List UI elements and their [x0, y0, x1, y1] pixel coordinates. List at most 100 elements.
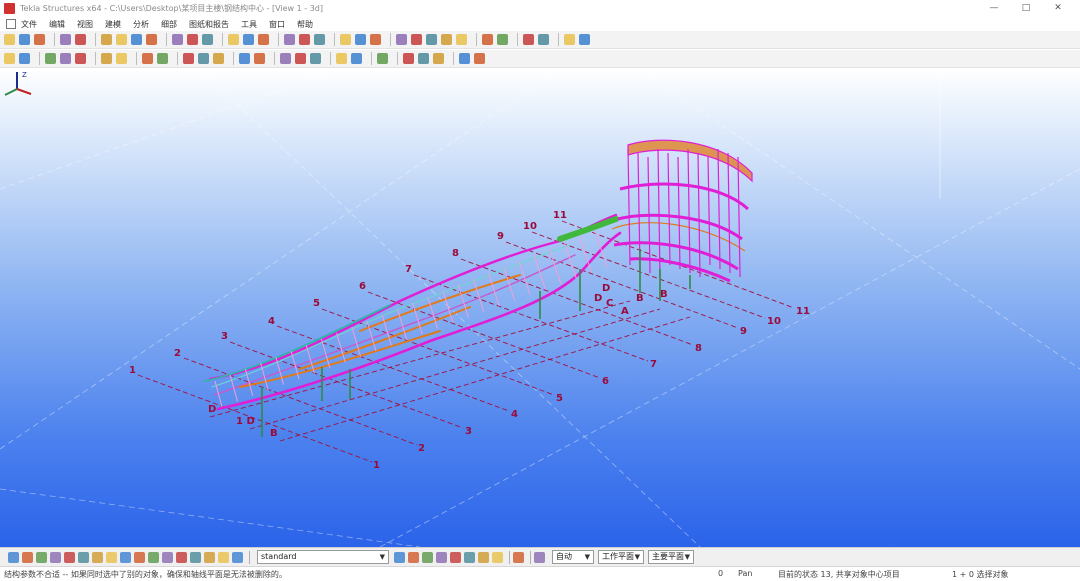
perp-snap-icon[interactable]: [218, 551, 229, 563]
node-icon[interactable]: [254, 53, 265, 64]
settings-icon[interactable]: [497, 34, 508, 45]
cube-icon[interactable]: [243, 34, 254, 45]
auto-select[interactable]: 自动 ▼: [552, 550, 594, 564]
new-icon[interactable]: [4, 34, 15, 45]
pad-icon[interactable]: [101, 53, 112, 64]
column-icon[interactable]: [4, 53, 15, 64]
snap-d-snap-icon[interactable]: [436, 551, 447, 563]
plate-icon[interactable]: [45, 53, 56, 64]
select-icon[interactable]: [202, 34, 213, 45]
grid-icon[interactable]: [258, 34, 269, 45]
minimize-button[interactable]: —: [978, 0, 1010, 17]
menu-view[interactable]: 视图: [77, 19, 93, 30]
snap-h-snap-icon[interactable]: [492, 551, 503, 563]
axis-orientation-widget[interactable]: Z: [0, 69, 34, 97]
line-snap-icon[interactable]: [64, 551, 75, 563]
curve-icon[interactable]: [433, 53, 444, 64]
bolt-icon[interactable]: [299, 34, 310, 45]
menu-help[interactable]: 帮助: [297, 19, 313, 30]
tekla-app-icon[interactable]: [4, 3, 15, 14]
snap-icon[interactable]: [101, 34, 112, 45]
system-menu-icon[interactable]: [6, 19, 16, 29]
redo-icon[interactable]: [75, 34, 86, 45]
beam-icon[interactable]: [19, 53, 30, 64]
menu-edit[interactable]: 编辑: [49, 19, 65, 30]
grid-icon[interactable]: [295, 53, 306, 64]
menu-detailing[interactable]: 细部: [161, 19, 177, 30]
tool-icon[interactable]: [482, 34, 493, 45]
maximize-button[interactable]: □: [1010, 0, 1042, 17]
rectangle-icon[interactable]: [172, 34, 183, 45]
close-button[interactable]: ✕: [1042, 0, 1074, 17]
model-icon[interactable]: [228, 34, 239, 45]
measure-icon[interactable]: [459, 53, 470, 64]
work-plane-select[interactable]: 工作平面 ▼: [598, 550, 644, 564]
axis-icon[interactable]: [280, 53, 291, 64]
pan-icon[interactable]: [146, 34, 157, 45]
line-icon[interactable]: [403, 53, 414, 64]
view-icon[interactable]: [116, 34, 127, 45]
snap-g-snap-icon[interactable]: [478, 551, 489, 563]
tangent-snap-icon[interactable]: [232, 551, 243, 563]
edge-snap-icon[interactable]: [120, 551, 131, 563]
snap-a-snap-icon[interactable]: [394, 551, 405, 563]
arc-icon[interactable]: [418, 53, 429, 64]
arc-snap-icon[interactable]: [78, 551, 89, 563]
print-icon[interactable]: [538, 34, 549, 45]
chamfer-icon[interactable]: [213, 53, 224, 64]
check-icon[interactable]: [340, 34, 351, 45]
ext-snap-icon[interactable]: [204, 551, 215, 563]
point-icon[interactable]: [411, 34, 422, 45]
model-viewport-3d[interactable]: 1 2 3 4 5 6 7 8 9 10 11 1 2 3 4 5 6 7 8 …: [0, 69, 1080, 547]
node-snap-icon[interactable]: [92, 551, 103, 563]
free-snap-icon[interactable]: [176, 551, 187, 563]
menu-tools[interactable]: 工具: [241, 19, 257, 30]
point-icon[interactable]: [239, 53, 250, 64]
part-icon[interactable]: [314, 34, 325, 45]
help-icon[interactable]: [579, 34, 590, 45]
select-snap-icon[interactable]: [8, 551, 19, 563]
plane-icon[interactable]: [396, 34, 407, 45]
snap-c-snap-icon[interactable]: [422, 551, 433, 563]
delete-icon[interactable]: [377, 53, 388, 64]
plane-snap-icon[interactable]: [36, 551, 47, 563]
geom-snap-icon[interactable]: [190, 551, 201, 563]
grid-snap-icon[interactable]: [162, 551, 173, 563]
line-icon[interactable]: [426, 34, 437, 45]
panel-icon[interactable]: [75, 53, 86, 64]
clash-icon[interactable]: [355, 34, 366, 45]
main-plane-select[interactable]: 主要平面 ▼: [648, 550, 694, 564]
report-icon[interactable]: [370, 34, 381, 45]
save-icon[interactable]: [34, 34, 45, 45]
open-icon[interactable]: [19, 34, 30, 45]
snap-j-snap-icon[interactable]: [534, 551, 545, 563]
menu-drawings-reports[interactable]: 图纸和报告: [189, 19, 229, 30]
snap-b-snap-icon[interactable]: [408, 551, 419, 563]
polyline-icon[interactable]: [456, 34, 467, 45]
slab-icon[interactable]: [60, 53, 71, 64]
ref-snap-icon[interactable]: [148, 551, 159, 563]
menu-window[interactable]: 窗口: [269, 19, 285, 30]
undo-icon[interactable]: [60, 34, 71, 45]
zoom-icon[interactable]: [131, 34, 142, 45]
strip-icon[interactable]: [116, 53, 127, 64]
snap-e-snap-icon[interactable]: [450, 551, 461, 563]
center-snap-icon[interactable]: [134, 551, 145, 563]
snap-f-snap-icon[interactable]: [464, 551, 475, 563]
fit-icon[interactable]: [198, 53, 209, 64]
info-icon[interactable]: [564, 34, 575, 45]
standard-select[interactable]: standard ▼: [257, 550, 389, 564]
angle-icon[interactable]: [474, 53, 485, 64]
model-canvas[interactable]: 1 2 3 4 5 6 7 8 9 10 11 1 2 3 4 5 6 7 8 …: [0, 69, 1080, 547]
weld-icon[interactable]: [157, 53, 168, 64]
bolt-icon[interactable]: [142, 53, 153, 64]
snap-snap-icon[interactable]: [22, 551, 33, 563]
menu-analysis[interactable]: 分析: [133, 19, 149, 30]
level-icon[interactable]: [310, 53, 321, 64]
point-snap-icon[interactable]: [50, 551, 61, 563]
snap-i-snap-icon[interactable]: [513, 551, 524, 563]
text-icon[interactable]: [351, 53, 362, 64]
midpoint-snap-icon[interactable]: [106, 551, 117, 563]
drawing-icon[interactable]: [523, 34, 534, 45]
menu-modeling[interactable]: 建模: [105, 19, 121, 30]
